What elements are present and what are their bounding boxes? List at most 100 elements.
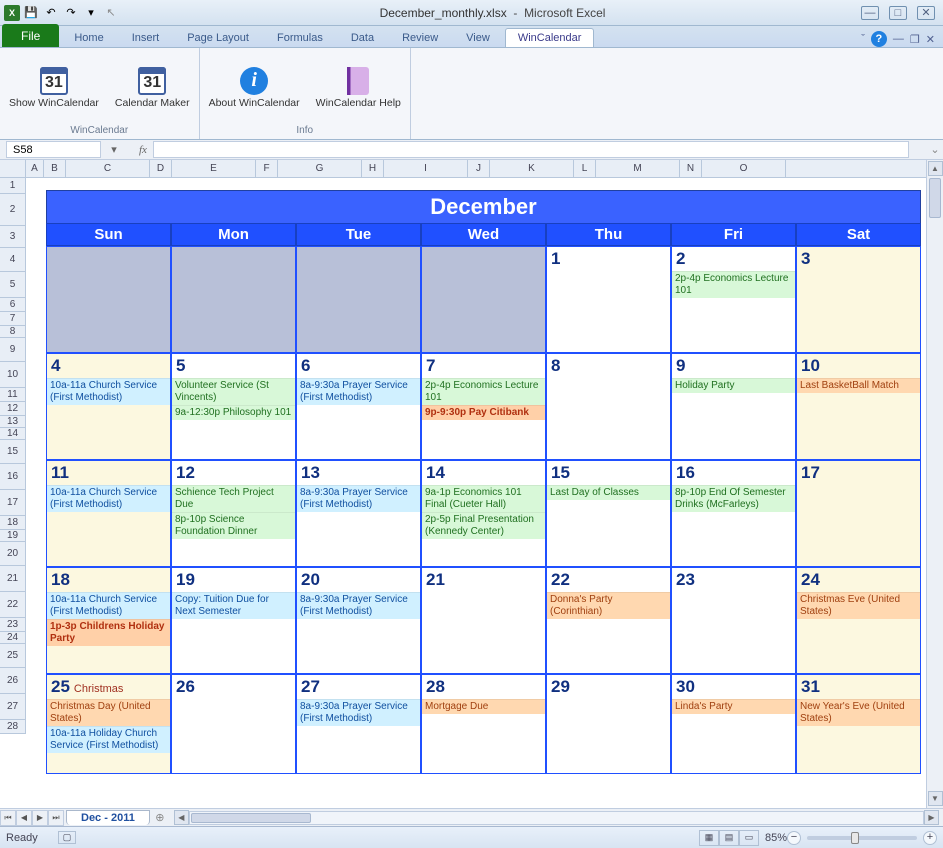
workbook-minimize-button[interactable]: — [893, 33, 904, 45]
excel-app-icon[interactable]: X [4, 5, 20, 21]
calendar-event[interactable]: New Year's Eve (United States) [797, 699, 920, 726]
calendar-empty-cell[interactable] [46, 246, 171, 353]
calendar-day-28[interactable]: 28Mortgage Due [421, 674, 546, 774]
row-header-12[interactable]: 12 [0, 402, 25, 416]
row-header-5[interactable]: 5 [0, 272, 25, 298]
scroll-up-arrow[interactable]: ▲ [928, 161, 943, 176]
macro-record-icon[interactable]: ▢ [58, 831, 77, 844]
show-wincalendar-button[interactable]: 31 Show WinCalendar [4, 62, 104, 112]
calendar-day-1[interactable]: 1 [546, 246, 671, 353]
sheet-tab-active[interactable]: Dec - 2011 [66, 810, 150, 825]
row-header-11[interactable]: 11 [0, 388, 25, 402]
row-header-6[interactable]: 6 [0, 298, 25, 312]
calendar-event[interactable]: Copy: Tuition Due for Next Semester [172, 592, 295, 619]
help-icon[interactable]: ? [871, 31, 887, 47]
row-header-18[interactable]: 18 [0, 516, 25, 530]
calendar-event[interactable]: Christmas Day (United States) [47, 699, 170, 726]
fx-icon[interactable]: fx [133, 144, 153, 156]
ribbon-tab-review[interactable]: Review [389, 28, 451, 47]
calendar-event[interactable]: 8a-9:30a Prayer Service (First Methodist… [297, 485, 420, 512]
maximize-button[interactable]: □ [889, 6, 907, 20]
redo-button[interactable]: ↷ [62, 4, 80, 22]
col-header-F[interactable]: F [256, 160, 278, 177]
vertical-scrollbar[interactable]: ▲ ▼ [926, 160, 943, 808]
col-header-D[interactable]: D [150, 160, 172, 177]
calendar-day-19[interactable]: 19Copy: Tuition Due for Next Semester [171, 567, 296, 674]
ribbon-tab-view[interactable]: View [453, 28, 503, 47]
calendar-empty-cell[interactable] [296, 246, 421, 353]
zoom-out-button[interactable]: − [787, 831, 801, 845]
hscroll-thumb[interactable] [191, 813, 311, 823]
row-header-10[interactable]: 10 [0, 362, 25, 388]
formula-bar-expand-icon[interactable]: ⌄ [927, 143, 943, 156]
calendar-day-6[interactable]: 68a-9:30a Prayer Service (First Methodis… [296, 353, 421, 460]
col-header-I[interactable]: I [384, 160, 468, 177]
page-break-view-button[interactable]: ▭ [739, 830, 759, 846]
ribbon-tab-home[interactable]: Home [61, 28, 116, 47]
calendar-event[interactable]: Holiday Party [672, 378, 795, 393]
save-button[interactable]: 💾 [22, 4, 40, 22]
ribbon-tab-formulas[interactable]: Formulas [264, 28, 336, 47]
calendar-day-27[interactable]: 278a-9:30a Prayer Service (First Methodi… [296, 674, 421, 774]
calendar-event[interactable]: Christmas Eve (United States) [797, 592, 920, 619]
calendar-day-17[interactable]: 17 [796, 460, 921, 567]
workbook-close-button[interactable]: ✕ [926, 33, 935, 46]
row-header-28[interactable]: 28 [0, 720, 25, 734]
calendar-event[interactable]: Volunteer Service (St Vincents) [172, 378, 295, 405]
about-wincalendar-button[interactable]: i About WinCalendar [204, 62, 305, 112]
pointer-button[interactable]: ↖ [102, 4, 120, 22]
row-header-9[interactable]: 9 [0, 338, 25, 362]
calendar-day-15[interactable]: 15Last Day of Classes [546, 460, 671, 567]
row-header-3[interactable]: 3 [0, 226, 25, 248]
calendar-event[interactable]: 10a-11a Church Service (First Methodist) [47, 592, 170, 619]
ribbon-tab-file[interactable]: File [2, 24, 59, 47]
calendar-event[interactable]: 2p-5p Final Presentation (Kennedy Center… [422, 512, 545, 539]
calendar-event[interactable]: 8a-9:30a Prayer Service (First Methodist… [297, 592, 420, 619]
calendar-day-26[interactable]: 26 [171, 674, 296, 774]
row-header-7[interactable]: 7 [0, 312, 25, 326]
row-header-20[interactable]: 20 [0, 542, 25, 566]
col-header-O[interactable]: O [702, 160, 786, 177]
calendar-event[interactable]: Schience Tech Project Due [172, 485, 295, 512]
zoom-slider-knob[interactable] [851, 832, 859, 844]
row-header-26[interactable]: 26 [0, 668, 25, 694]
vscroll-thumb[interactable] [929, 178, 941, 218]
calendar-day-25[interactable]: 25ChristmasChristmas Day (United States)… [46, 674, 171, 774]
calendar-day-30[interactable]: 30Linda's Party [671, 674, 796, 774]
name-box-dropdown[interactable]: ▾ [107, 143, 121, 156]
normal-view-button[interactable]: ▦ [699, 830, 719, 846]
calendar-event[interactable]: 2p-4p Economics Lecture 101 [422, 378, 545, 405]
sheet-nav-next[interactable]: ▶ [32, 810, 48, 826]
calendar-day-29[interactable]: 29 [546, 674, 671, 774]
col-header-M[interactable]: M [596, 160, 680, 177]
ribbon-tab-data[interactable]: Data [338, 28, 387, 47]
calendar-day-22[interactable]: 22Donna's Party (Corinthian) [546, 567, 671, 674]
sheet-nav-last[interactable]: ⏭ [48, 810, 64, 826]
calendar-day-4[interactable]: 410a-11a Church Service (First Methodist… [46, 353, 171, 460]
close-button[interactable]: ✕ [917, 6, 935, 20]
calendar-day-16[interactable]: 168p-10p End Of Semester Drinks (McFarle… [671, 460, 796, 567]
calendar-day-7[interactable]: 72p-4p Economics Lecture 1019p-9:30p Pay… [421, 353, 546, 460]
minimize-button[interactable]: — [861, 6, 879, 20]
row-header-8[interactable]: 8 [0, 326, 25, 338]
new-sheet-button[interactable]: ⊕ [150, 811, 170, 824]
calendar-day-18[interactable]: 1810a-11a Church Service (First Methodis… [46, 567, 171, 674]
row-header-22[interactable]: 22 [0, 592, 25, 618]
row-header-27[interactable]: 27 [0, 694, 25, 720]
calendar-event[interactable]: Linda's Party [672, 699, 795, 714]
ribbon-tab-insert[interactable]: Insert [119, 28, 173, 47]
row-header-16[interactable]: 16 [0, 464, 25, 490]
calendar-event[interactable]: 10a-11a Church Service (First Methodist) [47, 485, 170, 512]
zoom-percent[interactable]: 85% [765, 832, 787, 844]
qat-dropdown[interactable]: ▾ [82, 4, 100, 22]
formula-input[interactable] [153, 141, 909, 158]
workbook-restore-button[interactable]: ❐ [910, 33, 920, 46]
select-all-corner[interactable] [0, 160, 26, 178]
calendar-day-11[interactable]: 1110a-11a Church Service (First Methodis… [46, 460, 171, 567]
calendar-event[interactable]: 1p-3p Childrens Holiday Party [47, 619, 170, 646]
calendar-day-14[interactable]: 149a-1p Economics 101 Final (Cueter Hall… [421, 460, 546, 567]
calendar-empty-cell[interactable] [171, 246, 296, 353]
wincalendar-help-button[interactable]: WinCalendar Help [311, 62, 406, 112]
calendar-day-12[interactable]: 12Schience Tech Project Due8p-10p Scienc… [171, 460, 296, 567]
horizontal-scrollbar[interactable]: ◀ ▶ [174, 810, 939, 826]
